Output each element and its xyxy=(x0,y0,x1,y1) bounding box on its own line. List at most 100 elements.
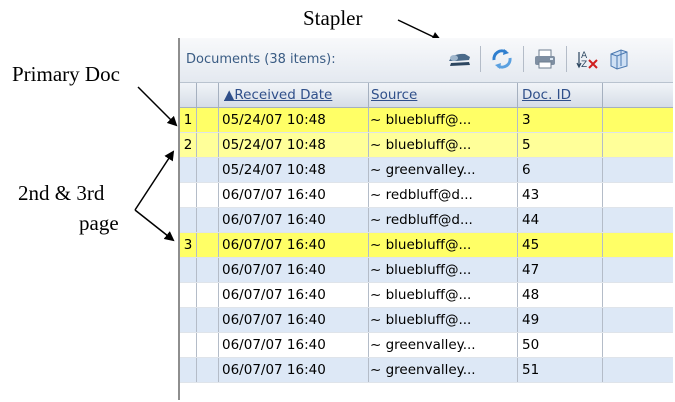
column-divider xyxy=(368,358,369,382)
received-date-column-header[interactable]: ▲Received Date xyxy=(224,83,368,107)
table-row[interactable]: 06/07/07 16:40 ~ bluebluff@... 49 xyxy=(180,308,673,333)
second-page-arrow xyxy=(134,150,175,211)
table-row[interactable]: 06/07/07 16:40 ~ redbluff@d... 44 xyxy=(180,208,673,233)
refresh-button[interactable] xyxy=(487,45,517,73)
row-index-cell xyxy=(180,308,196,332)
row-index-cell xyxy=(180,333,196,357)
column-divider xyxy=(196,333,197,357)
column-divider xyxy=(368,133,369,157)
header-divider xyxy=(218,83,219,107)
received-date-cell: 06/07/07 16:40 xyxy=(222,262,326,278)
column-divider xyxy=(602,258,603,282)
column-header-row: ▲Received Date Source Doc. ID xyxy=(180,83,673,108)
column-divider xyxy=(602,108,603,132)
column-divider xyxy=(218,108,219,132)
table-row[interactable]: 2 05/24/07 10:48 ~ bluebluff@... 5 xyxy=(180,133,673,158)
column-divider xyxy=(602,233,603,257)
print-button[interactable] xyxy=(530,45,560,73)
documents-table-body: 1 05/24/07 10:48 ~ bluebluff@... 3 2 05/24/07… xyxy=(180,108,673,383)
column-divider xyxy=(368,233,369,257)
table-row[interactable]: 05/24/07 10:48 ~ greenvalley... 6 xyxy=(180,158,673,183)
doc-id-column-header[interactable]: Doc. ID xyxy=(522,83,602,107)
source-cell: ~ bluebluff@... xyxy=(370,287,472,303)
row-marker-cell xyxy=(196,183,218,207)
received-date-cell: 06/07/07 16:40 xyxy=(222,237,326,253)
source-cell: ~ bluebluff@... xyxy=(370,312,472,328)
spell-check-button[interactable]: A Z xyxy=(573,45,603,73)
doc-id-cell: 3 xyxy=(522,112,531,128)
column-divider xyxy=(602,158,603,182)
stapler-button[interactable] xyxy=(445,45,475,73)
header-divider xyxy=(517,83,518,107)
source-cell: ~ bluebluff@... xyxy=(370,112,472,128)
received-date-cell: 05/24/07 10:48 xyxy=(222,162,326,178)
column-divider xyxy=(602,333,603,357)
third-page-arrow xyxy=(134,209,175,242)
column-divider xyxy=(218,358,219,382)
column-divider xyxy=(517,133,518,157)
column-divider xyxy=(517,183,518,207)
row-marker-cell xyxy=(196,258,218,282)
received-date-cell: 06/07/07 16:40 xyxy=(222,187,326,203)
toolbar-separator xyxy=(523,46,524,72)
second-third-page-callout-line2: page xyxy=(79,211,119,235)
column-divider xyxy=(218,333,219,357)
table-row[interactable]: 06/07/07 16:40 ~ bluebluff@... 48 xyxy=(180,283,673,308)
table-row[interactable]: 06/07/07 16:40 ~ greenvalley... 50 xyxy=(180,333,673,358)
source-cell: ~ redbluff@d... xyxy=(370,212,473,228)
table-row[interactable]: 06/07/07 16:40 ~ bluebluff@... 47 xyxy=(180,258,673,283)
documents-count-label: Documents (38 items): xyxy=(186,52,336,67)
row-index-cell xyxy=(180,258,196,282)
second-third-page-callout-line1: 2nd & 3rd xyxy=(18,181,105,205)
row-index-cell xyxy=(180,358,196,382)
column-divider xyxy=(602,358,603,382)
column-divider xyxy=(368,308,369,332)
documents-toolbar: Documents (38 items): A Z xyxy=(180,38,673,83)
row-marker-cell xyxy=(196,133,218,157)
source-cell: ~ greenvalley... xyxy=(370,362,476,378)
documents-panel: Documents (38 items): A Z ▲Received Date… xyxy=(178,38,673,400)
column-divider xyxy=(218,283,219,307)
column-divider xyxy=(517,258,518,282)
column-divider xyxy=(602,208,603,232)
row-index-cell: 3 xyxy=(183,237,193,253)
row-index-cell xyxy=(180,208,196,232)
column-divider xyxy=(196,358,197,382)
received-date-cell: 06/07/07 16:40 xyxy=(222,362,326,378)
primary-doc-arrow xyxy=(137,86,178,127)
column-divider xyxy=(218,158,219,182)
header-divider xyxy=(196,83,197,107)
row-marker-cell xyxy=(196,308,218,332)
row-index-cell xyxy=(180,158,196,182)
columns-button[interactable] xyxy=(604,45,634,73)
source-column-header[interactable]: Source xyxy=(371,83,517,107)
column-divider xyxy=(517,108,518,132)
column-divider xyxy=(368,108,369,132)
header-divider xyxy=(368,83,369,107)
column-divider xyxy=(517,158,518,182)
column-divider xyxy=(368,258,369,282)
row-marker-cell xyxy=(196,108,218,132)
table-row[interactable]: 06/07/07 16:40 ~ greenvalley... 51 xyxy=(180,358,673,383)
column-divider xyxy=(368,283,369,307)
print-icon xyxy=(535,49,555,69)
table-row[interactable]: 3 06/07/07 16:40 ~ bluebluff@... 45 xyxy=(180,233,673,258)
received-date-cell: 05/24/07 10:48 xyxy=(222,112,326,128)
column-divider xyxy=(602,283,603,307)
received-date-cell: 06/07/07 16:40 xyxy=(222,287,326,303)
row-marker-cell xyxy=(196,358,218,382)
column-divider xyxy=(602,308,603,332)
row-index-cell xyxy=(180,183,196,207)
column-divider xyxy=(517,208,518,232)
column-divider xyxy=(517,233,518,257)
doc-id-cell: 48 xyxy=(522,287,540,303)
columns-icon xyxy=(610,49,628,70)
doc-id-cell: 49 xyxy=(522,312,540,328)
table-row[interactable]: 1 05/24/07 10:48 ~ bluebluff@... 3 xyxy=(180,108,673,133)
spell-check-icon: A Z xyxy=(576,51,598,70)
table-row[interactable]: 06/07/07 16:40 ~ redbluff@d... 43 xyxy=(180,183,673,208)
row-marker-cell xyxy=(196,233,218,257)
svg-text:Z: Z xyxy=(581,60,587,70)
row-index-cell xyxy=(180,283,196,307)
received-date-cell: 05/24/07 10:48 xyxy=(222,137,326,153)
